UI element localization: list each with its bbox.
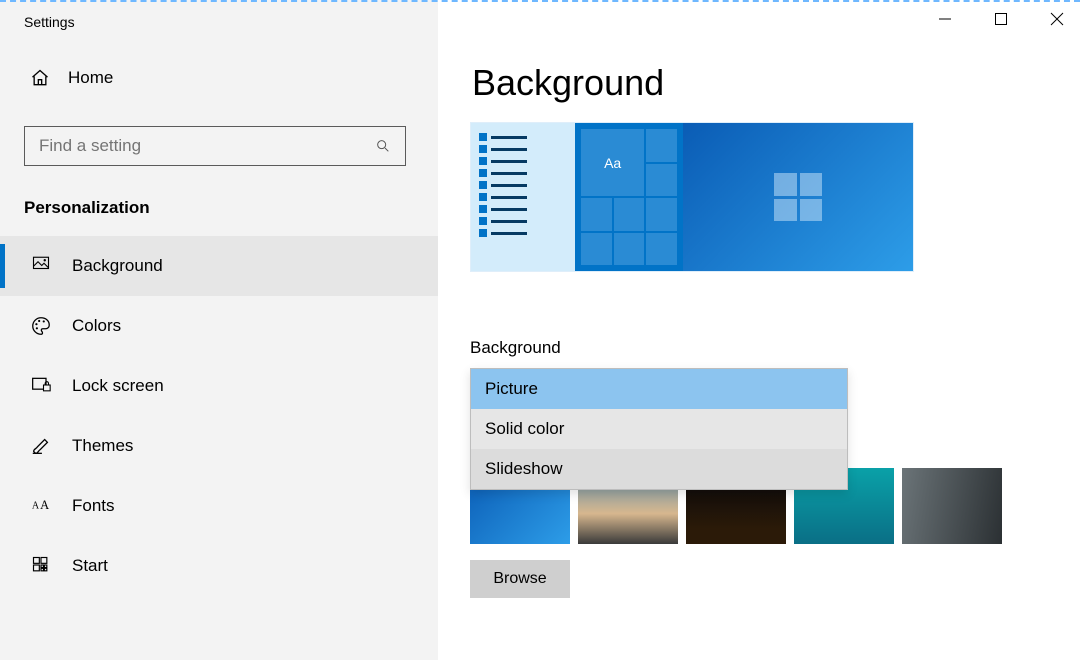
- preview-taskbar: [471, 123, 575, 271]
- sidebar-item-fonts[interactable]: AA Fonts: [0, 476, 438, 536]
- settings-window: Settings Home Personalization Background: [0, 0, 1080, 660]
- maximize-button[interactable]: [986, 4, 1016, 34]
- svg-text:A: A: [32, 500, 40, 511]
- sidebar: Settings Home Personalization Background: [0, 0, 438, 660]
- search-box[interactable]: [24, 126, 406, 166]
- lock-icon: [30, 375, 52, 397]
- close-button[interactable]: [1042, 4, 1072, 34]
- app-title: Settings: [0, 14, 438, 58]
- palette-icon: [30, 315, 52, 337]
- minimize-button[interactable]: [930, 4, 960, 34]
- section-title: Personalization: [0, 166, 438, 236]
- home-label: Home: [68, 68, 113, 88]
- content-area: Background Aa: [438, 0, 1080, 660]
- dropdown-option-slideshow[interactable]: Slideshow: [471, 449, 847, 489]
- sidebar-item-label: Lock screen: [72, 376, 164, 396]
- dropdown-option-solid-color[interactable]: Solid color: [471, 409, 847, 449]
- sidebar-item-label: Fonts: [72, 496, 115, 516]
- home-button[interactable]: Home: [0, 58, 438, 100]
- preview-sample-text-tile: Aa: [581, 129, 644, 196]
- search-input[interactable]: [39, 136, 375, 156]
- browse-button[interactable]: Browse: [470, 560, 570, 598]
- sidebar-item-label: Background: [72, 256, 163, 276]
- sidebar-item-themes[interactable]: Themes: [0, 416, 438, 476]
- brush-icon: [30, 435, 52, 457]
- home-icon: [30, 68, 50, 88]
- background-dropdown-label: Background: [470, 338, 1080, 358]
- sidebar-item-colors[interactable]: Colors: [0, 296, 438, 356]
- sidebar-item-label: Start: [72, 556, 108, 576]
- sidebar-item-lock-screen[interactable]: Lock screen: [0, 356, 438, 416]
- windows-logo-icon: [774, 173, 822, 221]
- start-icon: [30, 555, 52, 577]
- preview-wallpaper: [683, 123, 913, 271]
- sidebar-item-start[interactable]: Start: [0, 536, 438, 596]
- preview-start: Aa: [575, 123, 683, 271]
- sidebar-item-label: Colors: [72, 316, 121, 336]
- background-dropdown[interactable]: Picture Solid color Slideshow: [470, 368, 848, 490]
- font-icon: AA: [30, 495, 52, 517]
- dropdown-option-picture[interactable]: Picture: [471, 369, 847, 409]
- sidebar-item-background[interactable]: Background: [0, 236, 438, 296]
- desktop-preview: Aa: [470, 122, 914, 272]
- search-icon: [375, 138, 391, 154]
- picture-icon: [30, 255, 52, 277]
- picture-thumb[interactable]: [902, 468, 1002, 544]
- sidebar-item-label: Themes: [72, 436, 133, 456]
- svg-text:A: A: [40, 498, 49, 512]
- window-controls: [930, 4, 1072, 34]
